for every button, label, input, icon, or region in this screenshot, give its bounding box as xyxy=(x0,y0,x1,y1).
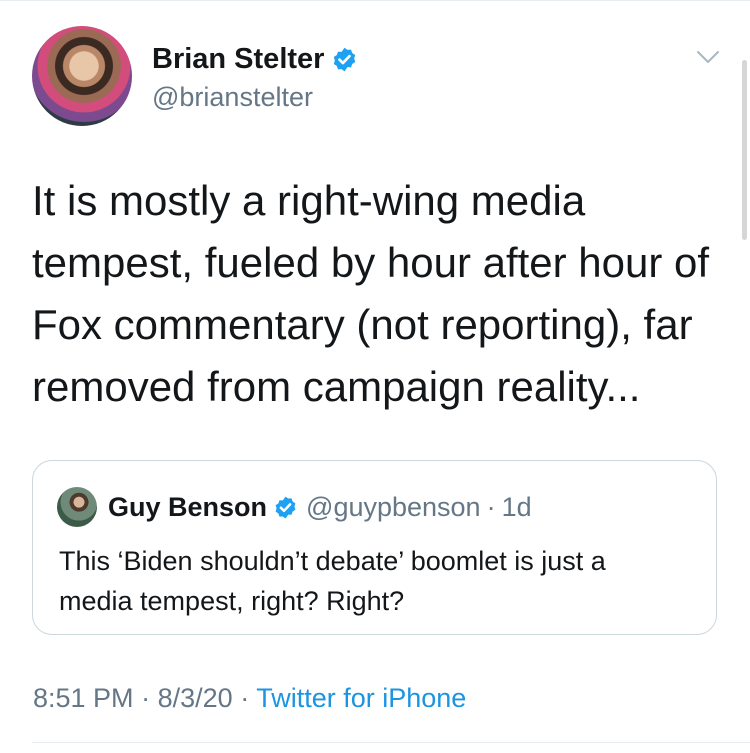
quoted-tweet-age: 1d xyxy=(501,491,532,522)
quoted-tweet-header: Guy Benson @guypbenson · 1d xyxy=(57,487,532,527)
scrollbar[interactable] xyxy=(742,60,747,240)
author-avatar[interactable] xyxy=(32,26,132,126)
tweet-metadata: 8:51 PM · 8/3/20 · Twitter for iPhone xyxy=(33,683,466,714)
meta-separator: · xyxy=(240,683,250,713)
tweet-text: It is mostly a right-wing media tempest,… xyxy=(32,170,722,418)
tweet-text-line: removed from campaign reality... xyxy=(32,363,641,410)
tweet-date[interactable]: 8/3/20 xyxy=(158,683,233,713)
tweet-text-line: It is mostly a right-wing media xyxy=(32,177,586,224)
meta-separator: · xyxy=(141,683,151,713)
quoted-author-avatar xyxy=(57,487,97,527)
author-handle[interactable]: @brianstelter xyxy=(152,82,358,113)
quoted-author-name: Guy Benson xyxy=(108,491,268,522)
tweet-source-link[interactable]: Twitter for iPhone xyxy=(256,683,466,713)
tweet-text-line: tempest, fueled by hour after hour of xyxy=(32,239,710,286)
tweet-text-line: Fox commentary (not reporting), far xyxy=(32,301,693,348)
quoted-author-handle: @guypbenson xyxy=(306,491,481,522)
chevron-down-icon[interactable] xyxy=(696,49,720,65)
quoted-tweet-card[interactable]: Guy Benson @guypbenson · 1d This ‘Biden … xyxy=(32,460,717,635)
bottom-divider xyxy=(32,742,750,743)
quoted-text-line: This ‘Biden shouldn’t debate’ boomlet is… xyxy=(59,546,606,576)
author-name-row: Brian Stelter xyxy=(152,42,358,76)
verified-badge-icon xyxy=(275,496,296,518)
author-block[interactable]: Brian Stelter @brianstelter xyxy=(152,42,358,113)
top-divider xyxy=(0,0,750,1)
quoted-text-line: media tempest, right? Right? xyxy=(59,586,405,616)
tweet-time[interactable]: 8:51 PM xyxy=(33,683,134,713)
author-name[interactable]: Brian Stelter xyxy=(152,43,324,76)
quoted-tweet-text: This ‘Biden shouldn’t debate’ boomlet is… xyxy=(59,541,699,621)
tweet-detail-view: Brian Stelter @brianstelter It is mostly… xyxy=(0,0,750,753)
quoted-separator: · xyxy=(486,491,496,522)
verified-badge-icon xyxy=(334,47,356,71)
